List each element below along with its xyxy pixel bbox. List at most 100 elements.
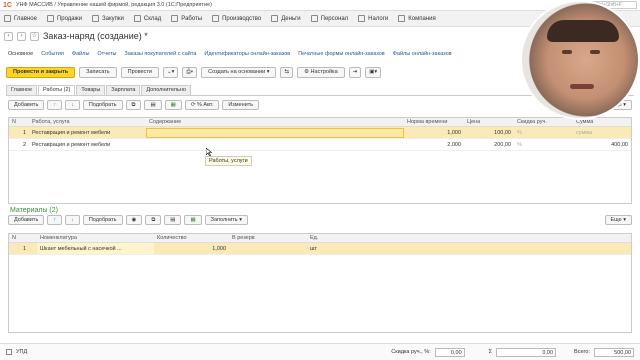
status-footer: УПД Скидка руч., %: 0,00 Σ 0,00 Всего: 5… — [0, 343, 640, 360]
move-down-icon[interactable]: ↓ — [65, 100, 80, 110]
materials-add-button[interactable]: Добавить — [8, 215, 45, 225]
move-up-icon[interactable]: ↑ — [47, 215, 63, 225]
table-row[interactable]: 1 Реставрация и ремонт мебели 1,000 100,… — [9, 127, 631, 139]
tab-main[interactable]: Главное — [6, 85, 38, 95]
presenter-eye — [590, 50, 600, 54]
settings-button[interactable]: ⚙ Настройка — [297, 67, 345, 78]
staff-icon — [310, 15, 318, 22]
materials-pick-button[interactable]: Подобрать — [82, 215, 123, 225]
table-row[interactable]: 2 Реставрация и ремонт мебели 2,000 200,… — [9, 139, 631, 151]
factory-icon — [212, 15, 220, 22]
sum-field[interactable]: 0,00 — [496, 347, 557, 357]
discount-label: Скидка руч., %: — [391, 349, 431, 355]
menu-item-warehouse[interactable]: Склад — [133, 15, 161, 22]
document-header: ‹ › ☆ Заказ-наряд (создание) * — [4, 31, 148, 41]
tab-additional[interactable]: Дополнительно — [141, 85, 191, 95]
presenter-hair — [547, 20, 619, 42]
favorite-star-icon[interactable]: ☆ — [30, 31, 39, 41]
menu-item-production[interactable]: Производство — [212, 15, 261, 22]
eye-icon[interactable]: ◉ — [125, 215, 143, 225]
works-table-empty-area — [9, 151, 631, 203]
form-links: Основное События Файлы Отчеты Заказы пок… — [8, 51, 452, 57]
forward-button[interactable]: › — [17, 31, 26, 41]
tab-works[interactable]: Работы (2) — [38, 85, 76, 95]
menu-item-main[interactable]: Главное — [4, 15, 37, 22]
page-title: Заказ-наряд (создание) * — [43, 31, 148, 41]
sum-icon: Σ — [488, 349, 493, 355]
copy-icon[interactable]: ⧉ — [125, 100, 142, 110]
link-main[interactable]: Основное — [8, 51, 33, 57]
home-icon — [4, 15, 11, 22]
link-events[interactable]: События — [41, 51, 64, 57]
menu-item-taxes[interactable]: Налоги — [358, 15, 388, 22]
presenter-mouth — [570, 84, 594, 89]
back-button[interactable]: ‹ — [4, 31, 13, 41]
export-icon[interactable]: ⇥ — [348, 67, 362, 78]
cart-icon — [92, 15, 99, 22]
save-button[interactable]: Записать — [79, 67, 117, 78]
works-add-button[interactable]: Добавить — [8, 100, 45, 110]
materials-table-header: N Номенклатура Количество В резерв Ед. — [9, 234, 631, 243]
structure-icon[interactable]: ⇆ — [280, 67, 294, 78]
menu-item-company[interactable]: Компания — [398, 15, 436, 22]
link-site-orders[interactable]: Заказы покупателей с сайта — [124, 51, 196, 57]
percent-auto-button[interactable]: ⟳ % Авт. — [184, 100, 220, 110]
money-icon — [271, 15, 279, 22]
total-label: Всего: — [574, 349, 590, 355]
title-bar: 1С УНФ МАССИВ / Управление нашей фирмой,… — [0, 0, 640, 11]
link-files[interactable]: Файлы — [72, 51, 89, 57]
paste-icon[interactable]: ▤ — [164, 215, 182, 225]
form-toolbar: Провести и закрыть Записать Провести ⌄▾ … — [6, 67, 382, 78]
tab-salary[interactable]: Зарплата — [106, 85, 141, 95]
materials-header: Материалы (2) — [10, 207, 58, 214]
create-based-button[interactable]: Создать на основании ▾ — [201, 67, 277, 78]
works-table-header: N Работа, услуга Содержание Норма времен… — [9, 118, 631, 127]
table-icon[interactable]: ▦ — [184, 215, 202, 225]
tab-bar: Главное Работы (2) Товары Зарплата Допол… — [6, 85, 191, 95]
sales-icon — [46, 15, 54, 22]
menu-item-works[interactable]: Работы — [171, 15, 202, 22]
fill-button[interactable]: Заполнить ▾ — [204, 215, 248, 225]
post-and-close-button[interactable]: Провести и закрыть — [6, 67, 76, 78]
move-up-icon[interactable]: ↑ — [47, 100, 63, 110]
works-change-button[interactable]: Изменить — [222, 100, 260, 110]
content-input[interactable] — [146, 128, 404, 138]
app-title: УНФ МАССИВ / Управление нашей фирмой, ре… — [15, 2, 212, 8]
materials-table: N Номенклатура Количество В резерв Ед. 1… — [8, 233, 632, 333]
filter-icon[interactable]: ⌄▾ — [163, 67, 179, 78]
work-icon — [171, 15, 179, 22]
materials-more-button[interactable]: Еще ▾ — [604, 215, 632, 225]
warehouse-icon — [133, 15, 141, 22]
webcam-presenter — [520, 0, 640, 120]
link-reports[interactable]: Отчеты — [97, 51, 116, 57]
menu-item-purchases[interactable]: Закупки — [92, 15, 124, 22]
move-down-icon[interactable]: ↓ — [65, 215, 80, 225]
tooltip: Работы, услуги — [205, 156, 252, 166]
mouse-cursor-icon — [206, 148, 212, 156]
table-icon[interactable]: ▦ — [164, 100, 182, 110]
menu-item-sales[interactable]: Продажи — [46, 15, 82, 22]
link-online-files[interactable]: Файлы онлайн-заказов — [393, 51, 452, 57]
discount-field[interactable]: 0,00 — [434, 347, 465, 357]
post-button[interactable]: Провести — [120, 67, 160, 78]
app-logo: 1С — [3, 1, 12, 9]
link-online-ids[interactable]: Идентификаторы онлайн-заказов — [204, 51, 290, 57]
checkbox[interactable] — [6, 349, 12, 355]
presenter-eye — [562, 50, 572, 54]
works-table: N Работа, услуга Содержание Норма времен… — [8, 117, 632, 204]
print-icon[interactable]: ⎙▾ — [182, 67, 198, 78]
paste-icon[interactable]: ▤ — [144, 100, 162, 110]
menu-item-money[interactable]: Деньги — [271, 15, 301, 22]
tab-goods[interactable]: Товары — [76, 85, 106, 95]
link-print-forms[interactable]: Печатные формы онлайн-заказов — [298, 51, 385, 57]
table-row[interactable]: 1 Шкант мебельный с насечкой ... 1,000 ш… — [9, 243, 631, 255]
status-label: УПД — [16, 349, 28, 355]
menu-item-staff[interactable]: Персонал — [310, 15, 348, 22]
company-icon — [398, 15, 406, 22]
attach-icon[interactable]: ▣▾ — [365, 67, 382, 78]
materials-toolbar: Добавить ↑ ↓ Подобрать ◉ ⧉ ▤ ▦ Заполнить… — [8, 215, 248, 225]
works-toolbar: Добавить ↑ ↓ Подобрать ⧉ ▤ ▦ ⟳ % Авт. Из… — [8, 100, 260, 110]
works-pick-button[interactable]: Подобрать — [82, 100, 123, 110]
total-field: 500,00 — [594, 347, 634, 357]
copy-icon[interactable]: ⧉ — [145, 215, 162, 225]
